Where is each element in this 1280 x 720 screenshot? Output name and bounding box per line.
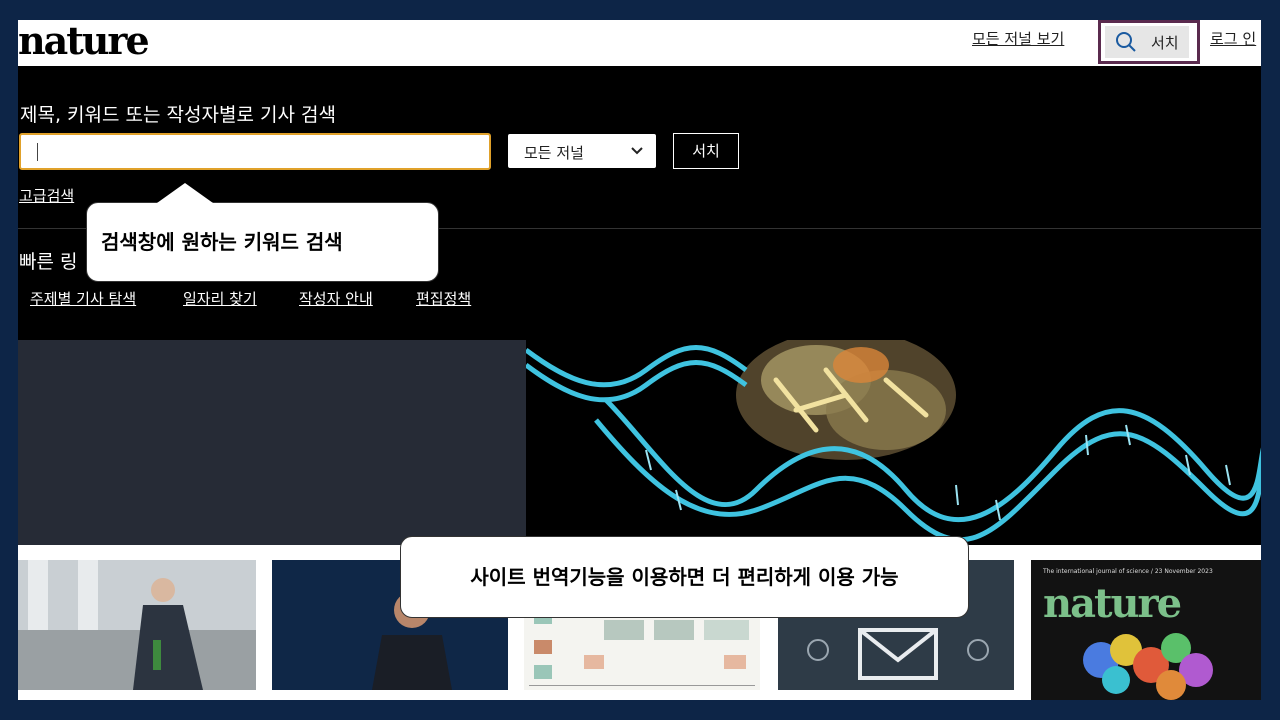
hero-panel (18, 340, 526, 545)
search-tab-highlight: 서치 (1105, 26, 1189, 58)
chevron-down-icon (631, 147, 643, 155)
photo-politician (18, 560, 256, 690)
journal-select[interactable]: 모든 저널 (508, 134, 656, 168)
search-submit-button[interactable]: 서치 (673, 133, 739, 169)
all-journals-link[interactable]: 모든 저널 보기 (972, 28, 1064, 49)
quick-link-subjects[interactable]: 주제별 기사 탐색 (30, 288, 136, 309)
search-tip-callout: 검색창에 원하는 키워드 검색 (86, 183, 439, 282)
quick-link-jobs[interactable]: 일자리 찾기 (183, 288, 257, 309)
thumbnail-nature-cover[interactable]: The international journal of science / 2… (1031, 560, 1261, 700)
thumbnail-politician[interactable] (18, 560, 256, 690)
translate-tip-callout: 사이트 번역기능을 이용하면 더 편리하게 이용 가능 (400, 536, 969, 618)
hero-image-dna[interactable] (526, 340, 1261, 545)
nature-logo[interactable]: nature (18, 20, 150, 63)
login-link[interactable]: 로그 인 (1210, 28, 1256, 49)
site-header: nature 모든 저널 보기 서치 로그 인 (18, 20, 1261, 66)
text-caret (37, 143, 38, 161)
journal-select-value: 모든 저널 (524, 144, 584, 162)
quick-links-title: 빠른 링 (19, 251, 78, 273)
dna-protein-image (526, 340, 1261, 543)
search-icon (1116, 32, 1136, 52)
cover-protein-art (1083, 633, 1213, 700)
quick-link-authors[interactable]: 작성자 안내 (299, 288, 373, 309)
search-heading: 제목, 키워드 또는 작성자별로 기사 검색 (20, 104, 336, 126)
header-search-button[interactable]: 서치 (1098, 20, 1200, 64)
advanced-search-link[interactable]: 고급검색 (19, 185, 74, 206)
header-search-label: 서치 (1151, 34, 1179, 52)
quick-link-editorial[interactable]: 편집정책 (416, 288, 471, 309)
article-search-input[interactable] (19, 133, 491, 170)
